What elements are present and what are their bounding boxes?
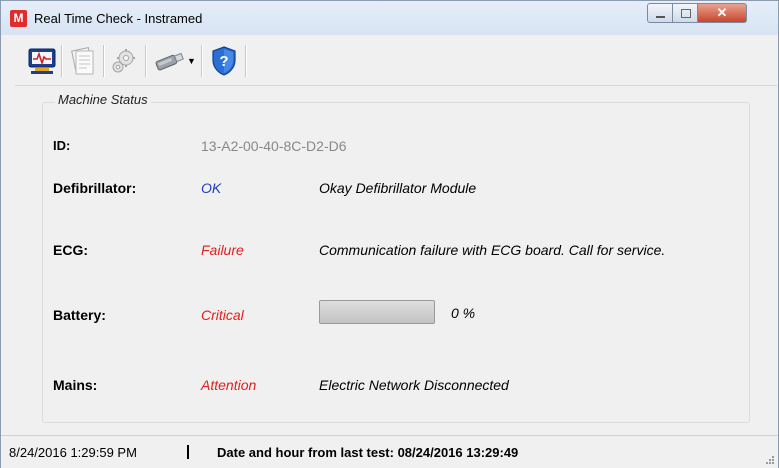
toolbar-separator <box>245 45 247 77</box>
window-title: Real Time Check - Instramed <box>34 11 203 26</box>
battery-progress-bar <box>319 300 435 324</box>
resize-grip-icon[interactable] <box>764 454 774 464</box>
chevron-down-icon[interactable]: ▼ <box>187 56 196 66</box>
app-window: M Real Time Check - Instramed ✕ ▼ ? Mach… <box>0 0 779 468</box>
svg-text:?: ? <box>219 53 228 70</box>
settings-button[interactable] <box>107 44 141 78</box>
toolbar: ▼ ? <box>15 38 777 86</box>
ecg-label: ECG: <box>53 242 88 258</box>
battery-percent: 0 % <box>451 305 476 321</box>
id-value: 13-A2-00-40-8C-D2-D6 <box>201 138 347 154</box>
mains-label: Mains: <box>53 377 98 393</box>
defibrillator-status: OK <box>201 180 222 196</box>
battery-label: Battery: <box>53 307 106 323</box>
usb-connection-button[interactable]: ▼ <box>151 44 197 78</box>
defibrillator-description: Okay Defibrillator Module <box>319 180 477 196</box>
mains-description: Electric Network Disconnected <box>319 377 509 393</box>
minimize-button[interactable] <box>647 3 673 23</box>
monitor-button[interactable] <box>25 44 59 78</box>
machine-status-title: Machine Status <box>55 92 151 107</box>
status-bar: 8/24/2016 1:29:59 PM Date and hour from … <box>1 435 778 468</box>
settings-gear-icon <box>112 49 135 73</box>
last-test-info: Date and hour from last test: 08/24/2016… <box>217 445 519 460</box>
toolbar-separator <box>145 45 147 77</box>
battery-status: Critical <box>201 307 244 323</box>
report-button[interactable] <box>66 44 100 78</box>
ecg-description: Communication failure with ECG board. Ca… <box>319 242 666 258</box>
toolbar-separator <box>201 45 203 77</box>
usb-connection-icon <box>155 52 184 71</box>
toolbar-separator <box>103 45 105 77</box>
ecg-status: Failure <box>201 242 244 258</box>
current-time: 8/24/2016 1:29:59 PM <box>9 445 137 460</box>
defibrillator-label: Defibrillator: <box>53 180 137 196</box>
toolbar-separator <box>61 45 63 77</box>
machine-status-group <box>42 102 750 423</box>
status-separator <box>187 445 189 459</box>
id-label: ID: <box>53 138 71 153</box>
title-bar[interactable]: M Real Time Check - Instramed ✕ <box>1 1 778 35</box>
close-button[interactable]: ✕ <box>697 3 747 23</box>
report-document-icon <box>71 47 94 75</box>
monitor-icon <box>28 48 56 74</box>
maximize-button[interactable] <box>672 3 698 23</box>
help-shield-icon: ? <box>212 46 236 76</box>
mains-status: Attention <box>201 377 257 393</box>
help-button[interactable]: ? <box>207 44 241 78</box>
app-logo-icon: M <box>10 10 27 27</box>
